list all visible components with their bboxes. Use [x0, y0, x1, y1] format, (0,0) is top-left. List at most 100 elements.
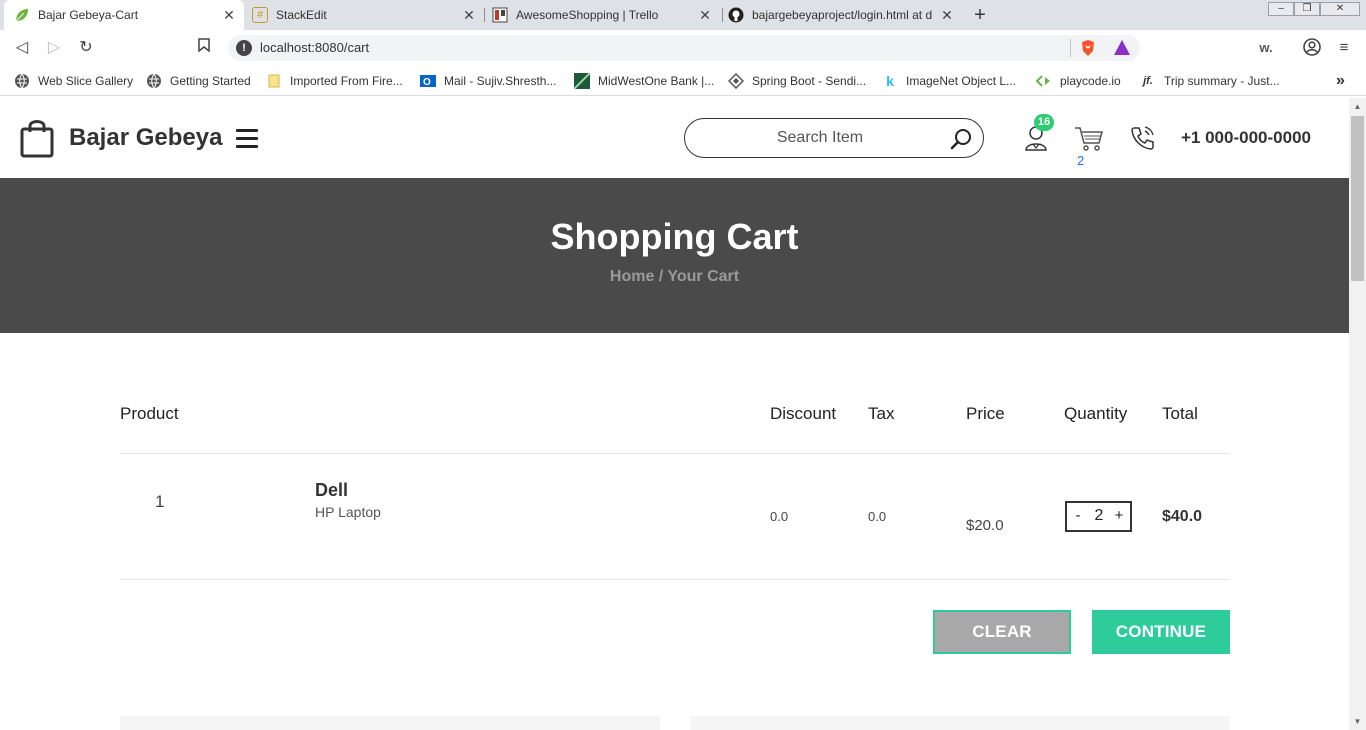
- clear-cart-button[interactable]: CLEAR: [933, 610, 1071, 654]
- new-tab-button[interactable]: +: [969, 4, 991, 26]
- address-bar[interactable]: ! localhost:8080/cart: [228, 35, 1140, 61]
- bookmark-label: Mail - Sujiv.Shresth...: [444, 74, 557, 88]
- tab-title: bajargebeyaproject/login.html at d: [752, 8, 933, 22]
- quantity-value[interactable]: 2: [1089, 507, 1109, 525]
- search-icon[interactable]: [949, 127, 973, 151]
- restore-button[interactable]: ❐: [1294, 2, 1320, 16]
- bookmark-item[interactable]: jf. Trip summary - Just...: [1140, 72, 1279, 90]
- bookmark-label: ImageNet Object L...: [906, 74, 1017, 88]
- tab-github[interactable]: bajargebeyaproject/login.html at d ✕: [726, 0, 962, 30]
- close-tab-icon[interactable]: ✕: [220, 6, 238, 24]
- minimize-button[interactable]: –: [1268, 2, 1294, 16]
- forward-icon[interactable]: ▷: [44, 38, 64, 58]
- search-box: [684, 118, 984, 158]
- search-input[interactable]: [705, 127, 935, 149]
- item-price: $20.0: [966, 517, 1004, 534]
- page-scrollbar[interactable]: ▲ ▼: [1349, 98, 1366, 730]
- bookmarks-overflow[interactable]: »: [1336, 72, 1345, 90]
- info-icon[interactable]: !: [236, 40, 252, 56]
- stackedit-icon: #: [252, 7, 268, 23]
- back-icon[interactable]: ◁: [12, 38, 32, 58]
- page-title: Shopping Cart: [550, 216, 799, 257]
- close-tab-icon[interactable]: ✕: [696, 6, 714, 24]
- bookmark-item[interactable]: MidWestOne Bank |...: [574, 72, 714, 90]
- cart-icon[interactable]: [1074, 126, 1104, 152]
- bookmark-item[interactable]: k ImageNet Object L...: [882, 72, 1016, 90]
- breadcrumb-separator: /: [654, 268, 668, 285]
- decrease-quantity-button[interactable]: -: [1071, 507, 1085, 525]
- quantity-stepper: - 2 +: [1065, 501, 1132, 532]
- phone-icon[interactable]: [1130, 125, 1156, 151]
- page-viewport: Bajar Gebeya 16 2 +1 000-000-0000 Shoppi…: [0, 98, 1349, 730]
- scroll-down-icon[interactable]: ▼: [1349, 713, 1366, 730]
- bookmark-label: Imported From Fire...: [290, 74, 403, 88]
- item-discount: 0.0: [770, 509, 789, 524]
- bookmark-item[interactable]: O Mail - Sujiv.Shresth...: [420, 72, 556, 90]
- close-tab-icon[interactable]: ✕: [460, 6, 478, 24]
- tab-title: StackEdit: [276, 8, 327, 22]
- column-header-tax: Tax: [868, 404, 895, 423]
- brand-name[interactable]: Bajar Gebeya: [69, 124, 222, 152]
- page-banner: Shopping Cart Home / Your Cart: [0, 178, 1349, 333]
- jf-icon: jf.: [1143, 75, 1153, 87]
- scroll-up-icon[interactable]: ▲: [1349, 98, 1366, 115]
- globe-icon: [14, 73, 30, 89]
- window-close-button[interactable]: ✕: [1320, 2, 1360, 16]
- reload-icon[interactable]: ↻: [76, 38, 96, 58]
- item-total: $40.0: [1162, 508, 1203, 525]
- continue-shopping-button[interactable]: CONTINUE: [1092, 610, 1230, 654]
- bookmarks-bar: Web Slice Gallery Getting Started Import…: [0, 66, 1366, 96]
- item-description: HP Laptop: [315, 504, 381, 520]
- breadcrumb: Home / Your Cart: [0, 268, 1349, 286]
- brave-shield-icon[interactable]: [1080, 39, 1096, 57]
- shopping-bag-icon[interactable]: [20, 118, 54, 158]
- tab-separator: [484, 8, 485, 22]
- globe-icon: [146, 73, 162, 89]
- column-header-product: Product: [120, 404, 179, 423]
- breadcrumb-home-link[interactable]: Home: [610, 268, 654, 285]
- table-divider: [120, 579, 1230, 580]
- close-tab-icon[interactable]: ✕: [938, 6, 956, 24]
- url-text[interactable]: localhost:8080/cart: [260, 40, 369, 55]
- breadcrumb-current: Your Cart: [667, 268, 740, 285]
- item-name[interactable]: Dell: [315, 480, 348, 501]
- trello-icon: [492, 7, 508, 23]
- user-badge: 16: [1034, 114, 1054, 131]
- extension-icon[interactable]: w.: [1256, 38, 1276, 58]
- tab-trello[interactable]: AwesomeShopping | Trello ✕: [488, 0, 720, 30]
- bookmark-item[interactable]: playcode.io: [1036, 72, 1121, 90]
- omnibox-separator: [1070, 39, 1071, 57]
- menu-icon[interactable]: ≡: [1334, 38, 1354, 58]
- column-header-price: Price: [966, 404, 1005, 423]
- bookmark-label: Spring Boot - Sendi...: [752, 74, 867, 88]
- increase-quantity-button[interactable]: +: [1112, 507, 1126, 525]
- tab-separator: [722, 8, 723, 22]
- svg-text:O: O: [423, 77, 431, 88]
- phone-number[interactable]: +1 000-000-0000: [1181, 128, 1311, 148]
- rewards-triangle-icon[interactable]: [1114, 40, 1130, 55]
- site-header: Bajar Gebeya 16 2 +1 000-000-0000: [0, 98, 1349, 178]
- bookmark-label: playcode.io: [1060, 74, 1121, 88]
- bookmark-label: Getting Started: [170, 74, 251, 88]
- tab-title: Bajar Gebeya-Cart: [38, 8, 139, 22]
- bookmark-item[interactable]: Getting Started: [146, 72, 251, 90]
- item-index: 1: [155, 492, 165, 511]
- tab-bajar-gebeya-cart[interactable]: Bajar Gebeya-Cart ✕: [4, 0, 244, 30]
- table-divider: [120, 453, 1230, 454]
- bookmark-item[interactable]: Web Slice Gallery: [14, 72, 133, 90]
- bookmark-item[interactable]: Spring Boot - Sendi...: [728, 72, 866, 90]
- tab-title: AwesomeShopping | Trello: [516, 8, 659, 22]
- diamond-icon: [728, 73, 744, 89]
- item-tax: 0.0: [868, 509, 887, 524]
- bookmark-label: MidWestOne Bank |...: [598, 74, 715, 88]
- bookmark-item[interactable]: Imported From Fire...: [266, 72, 403, 90]
- bookmark-icon[interactable]: [194, 38, 214, 58]
- hamburger-menu-icon[interactable]: [236, 129, 258, 149]
- leaf-icon: [14, 7, 30, 23]
- cart-count[interactable]: 2: [1077, 153, 1084, 168]
- profile-icon[interactable]: [1302, 38, 1322, 58]
- bank-icon: [574, 73, 590, 89]
- scroll-thumb[interactable]: [1351, 116, 1364, 281]
- outlook-icon: O: [420, 73, 436, 89]
- tab-stackedit[interactable]: # StackEdit ✕: [248, 0, 484, 30]
